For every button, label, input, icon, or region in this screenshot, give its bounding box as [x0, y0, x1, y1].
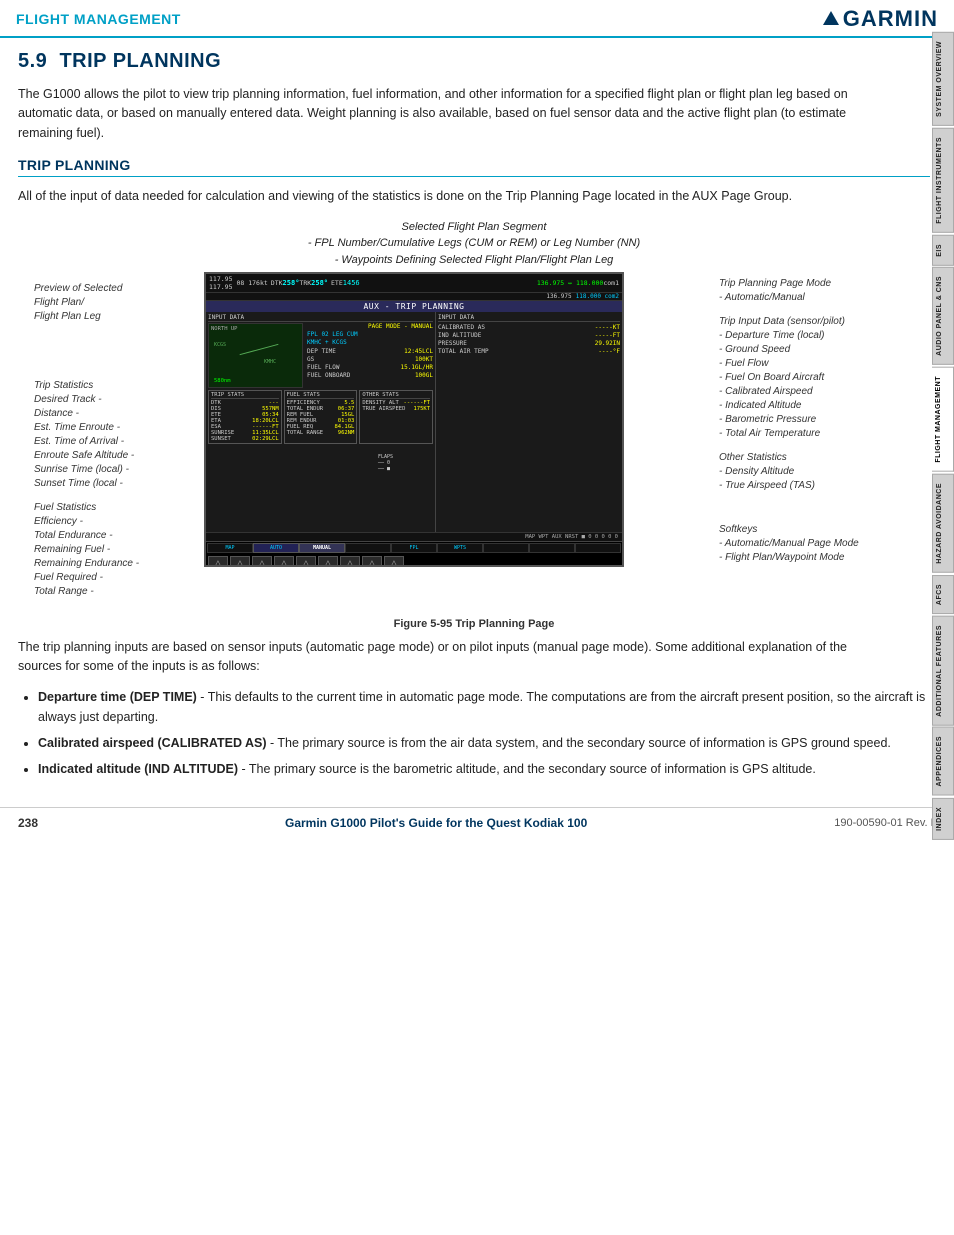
nav-bar: MAP WPT AUX NRST ■ 0 0 0 0 0 [206, 532, 622, 541]
softkey-empty2 [483, 543, 529, 553]
figure-container: Selected Flight Plan Segment - FPL Numbe… [34, 219, 914, 631]
arrow-btn-5[interactable]: △ [296, 556, 316, 567]
page-header: FLIGHT MANAGEMENT GARMIN [0, 0, 954, 38]
arrow-btn-2[interactable]: △ [230, 556, 250, 567]
trip-planning-section-heading: TRIP PLANNING [18, 157, 930, 177]
arrow-btn-6[interactable]: △ [318, 556, 338, 567]
ann-trip-stats: Trip Statistics Desired Track - Distance… [34, 379, 204, 491]
arrow-btn-1[interactable]: △ [208, 556, 228, 567]
flaps-indicators: FLAPS ── 0 ── ■ [378, 454, 393, 472]
screen-body: INPUT DATA NORTH UP KCGS KMHC [206, 312, 622, 532]
arrow-btn-8[interactable]: △ [362, 556, 382, 567]
arrow-btn-7[interactable]: △ [340, 556, 360, 567]
fuel-stats-box: FUEL STATS EFFICIENCY5.5 TOTAL ENDUR06:3… [284, 390, 358, 444]
stats-area: TRIP STATS DTK--- DIS557NM ET [208, 390, 433, 444]
arrow-btn-9[interactable]: △ [384, 556, 404, 567]
footer-part-number: 190-00590-01 Rev. B [834, 817, 938, 829]
screen-title-bar: AUX - TRIP PLANNING [206, 301, 622, 312]
bullet-item-1: Departure time (DEP TIME) - This default… [38, 687, 930, 727]
g1000-screen-wrapper: 117.95 117.95 08 176kt DTK 258° TRK 258°… [204, 272, 624, 567]
map-and-page-mode: NORTH UP KCGS KMHC 580nm [208, 323, 433, 388]
softkey-empty4 [575, 543, 621, 553]
arrow-btn-4[interactable]: △ [274, 556, 294, 567]
g1000-screen: 117.95 117.95 08 176kt DTK 258° TRK 258°… [204, 272, 624, 567]
tab-index[interactable]: INDEX [932, 798, 954, 840]
ann-preview: Preview of Selected Flight Plan/ Flight … [34, 282, 204, 324]
softkey-wpts[interactable]: WPTS [437, 543, 483, 553]
softkey-empty3 [529, 543, 575, 553]
ann-other-stats: Other Statistics - Density Altitude - Tr… [719, 451, 914, 493]
screen-left-panel: INPUT DATA NORTH UP KCGS KMHC [206, 312, 436, 532]
bullet-item-3: Indicated altitude (IND ALTITUDE) - The … [38, 759, 930, 779]
trip-stats-box: TRIP STATS DTK--- DIS557NM ET [208, 390, 282, 444]
ann-trip-planning-mode: Trip Planning Page Mode - Automatic/Manu… [719, 277, 914, 305]
arrow-buttons-row: △ △ △ △ △ △ △ △ △ [206, 554, 622, 567]
mini-map: NORTH UP KCGS KMHC 580nm [208, 323, 303, 388]
arrow-btn-3[interactable]: △ [252, 556, 272, 567]
figure-above-text: Selected Flight Plan Segment - FPL Numbe… [34, 219, 914, 269]
screen-status-bar: 117.95 117.95 08 176kt DTK 258° TRK 258°… [206, 274, 622, 293]
screen-right-panel: INPUT DATA CALIBRATED AS-----KT IND ALTI… [436, 312, 622, 532]
other-stats-box: OTHER STATS DENSITY ALT------FT TRUE AIR… [359, 390, 433, 444]
figure-diagram-area: Preview of Selected Flight Plan/ Flight … [34, 272, 914, 612]
input-fields-right: PAGE MODE - MANUAL FPL 02 LEG CUM KMHC +… [307, 323, 433, 388]
right-annotations: Trip Planning Page Mode - Automatic/Manu… [719, 277, 914, 565]
ann-softkeys: Softkeys - Automatic/Manual Page Mode - … [719, 523, 914, 565]
softkey-manual[interactable]: MANUAL [299, 543, 345, 553]
page-footer: 238 Garmin G1000 Pilot's Guide for the Q… [0, 807, 954, 836]
garmin-logo: GARMIN [823, 6, 938, 32]
softkey-empty1 [345, 543, 391, 553]
section-sub-text: All of the input of data needed for calc… [18, 187, 878, 206]
left-annotations: Preview of Selected Flight Plan/ Flight … [34, 282, 204, 599]
figure-caption: Figure 5-95 Trip Planning Page [34, 618, 914, 630]
section-title: FLIGHT MANAGEMENT [16, 11, 181, 27]
bullet-list: Departure time (DEP TIME) - This default… [18, 687, 930, 779]
ann-fuel-stats: Fuel Statistics Efficiency - Total Endur… [34, 501, 204, 599]
garmin-triangle-icon [823, 11, 839, 25]
page-number: 238 [18, 816, 38, 830]
bullet-item-2: Calibrated airspeed (CALIBRATED AS) - Th… [38, 733, 930, 753]
chapter-title: 5.9 TRIP PLANNING [18, 50, 930, 73]
main-content: 5.9 TRIP PLANNING The G1000 allows the p… [0, 38, 954, 797]
footer-title: Garmin G1000 Pilot's Guide for the Quest… [285, 816, 587, 830]
body-text-after-figure: The trip planning inputs are based on se… [18, 638, 878, 677]
screen-status-bar2: 136.975 118.000 com2 [206, 293, 622, 301]
softkey-bar[interactable]: MAP AUTO MANUAL FPL WPTS [206, 541, 622, 554]
ann-trip-input-data: Trip Input Data (sensor/pilot) - Departu… [719, 315, 914, 441]
intro-paragraph: The G1000 allows the pilot to view trip … [18, 85, 878, 143]
softkey-fpl[interactable]: FPL [391, 543, 437, 553]
softkey-map[interactable]: MAP [207, 543, 253, 553]
softkey-auto[interactable]: AUTO [253, 543, 299, 553]
input-data-header: INPUT DATA [208, 314, 433, 322]
